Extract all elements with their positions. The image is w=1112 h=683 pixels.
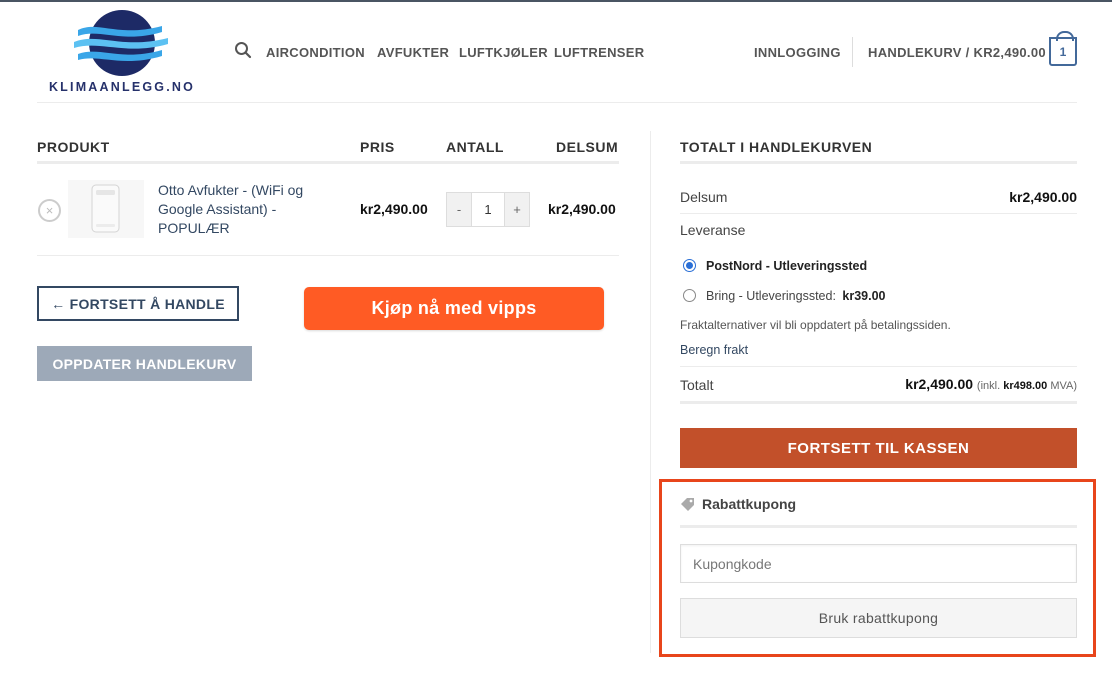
header-separator bbox=[37, 102, 1077, 103]
shipping-option-bring-radio[interactable] bbox=[683, 289, 696, 302]
product-subtotal: kr2,490.00 bbox=[548, 201, 616, 217]
total-label: Totalt bbox=[680, 377, 714, 393]
remove-item-button[interactable]: × bbox=[38, 199, 61, 222]
update-cart-button[interactable]: OPPDATER HANDLEKURV bbox=[37, 346, 252, 381]
coupon-code-input[interactable]: Kupongkode bbox=[680, 544, 1077, 583]
coupon-rule bbox=[680, 525, 1077, 528]
total-rule bbox=[680, 401, 1077, 404]
search-icon[interactable] bbox=[234, 41, 254, 61]
cart-totals-rule bbox=[680, 161, 1077, 164]
shipping-option-bring-text: Bring - Utleveringssted: bbox=[706, 289, 836, 303]
subtotal-label: Delsum bbox=[680, 189, 728, 205]
shipping-note: Fraktalternativer vil bli oppdatert på b… bbox=[680, 318, 951, 332]
product-thumbnail[interactable] bbox=[68, 180, 144, 238]
product-price: kr2,490.00 bbox=[360, 201, 428, 217]
header-divider bbox=[852, 37, 853, 67]
cart-link[interactable]: HANDLEKURV / KR2,490.00 bbox=[868, 45, 1046, 60]
shipping-option-postnord-label[interactable]: PostNord - Utleveringssted bbox=[706, 259, 867, 273]
nav-luftrenser[interactable]: LUFTRENSER bbox=[554, 45, 644, 60]
apply-coupon-button[interactable]: Bruk rabattkupong bbox=[680, 598, 1077, 638]
cart-totals-title: TOTALT I HANDLEKURVEN bbox=[680, 139, 873, 155]
table-row-rule bbox=[37, 255, 619, 256]
nav-aircondition[interactable]: AIRCONDITION bbox=[266, 45, 365, 60]
vipps-buy-button[interactable]: Kjøp nå med vipps bbox=[304, 287, 604, 330]
total-value: kr2,490.00 (inkl. kr498.00 MVA) bbox=[905, 376, 1077, 392]
quantity-stepper: - 1 + bbox=[446, 192, 530, 227]
login-link[interactable]: INNLOGGING bbox=[754, 45, 841, 60]
cart-count-badge[interactable]: 1 bbox=[1049, 31, 1077, 66]
logo-text: KLIMAANLEGG.NO bbox=[48, 80, 196, 94]
column-header-product: PRODUKT bbox=[37, 139, 110, 155]
shipping-option-bring-label[interactable]: Bring - Utleveringssted: kr39.00 bbox=[706, 289, 886, 303]
coupon-title: Rabattkupong bbox=[702, 496, 797, 512]
product-name-link[interactable]: Otto Avfukter - (WiFi og Google Assistan… bbox=[158, 181, 343, 238]
shipping-label: Leveranse bbox=[680, 222, 746, 238]
subtotal-value: kr2,490.00 bbox=[1009, 189, 1077, 205]
tax-amount: kr498.00 bbox=[1003, 380, 1048, 392]
tag-icon bbox=[680, 497, 695, 511]
column-header-price: PRIS bbox=[360, 139, 395, 155]
total-amount: kr2,490.00 bbox=[905, 376, 974, 392]
tax-suffix: MVA) bbox=[1050, 380, 1077, 392]
quantity-increase-button[interactable]: + bbox=[505, 193, 529, 226]
calculate-shipping-link[interactable]: Beregn frakt bbox=[680, 343, 748, 357]
table-header-rule bbox=[37, 161, 619, 164]
column-divider bbox=[650, 131, 651, 653]
shipping-rule bbox=[680, 366, 1077, 367]
column-header-quantity: ANTALL bbox=[446, 139, 504, 155]
site-logo[interactable]: KLIMAANLEGG.NO bbox=[38, 8, 206, 96]
shipping-option-postnord-radio[interactable] bbox=[683, 259, 696, 272]
column-header-subtotal: DELSUM bbox=[556, 139, 619, 155]
top-border bbox=[0, 0, 1112, 2]
proceed-to-checkout-button[interactable]: FORTSETT TIL KASSEN bbox=[680, 428, 1077, 468]
logo-waves-icon bbox=[74, 10, 168, 76]
quantity-decrease-button[interactable]: - bbox=[447, 193, 471, 226]
continue-shopping-button[interactable]: ← FORTSETT Å HANDLE bbox=[37, 286, 239, 321]
tax-prefix: (inkl. bbox=[976, 380, 1001, 392]
tax-info: (inkl. kr498.00 MVA) bbox=[977, 380, 1077, 392]
quantity-input[interactable]: 1 bbox=[471, 193, 505, 226]
subtotal-rule bbox=[680, 213, 1077, 214]
nav-luftkjoler[interactable]: LUFTKJØLER bbox=[459, 45, 548, 60]
nav-avfukter[interactable]: AVFUKTER bbox=[377, 45, 449, 60]
shipping-option-bring-price: kr39.00 bbox=[842, 289, 886, 303]
